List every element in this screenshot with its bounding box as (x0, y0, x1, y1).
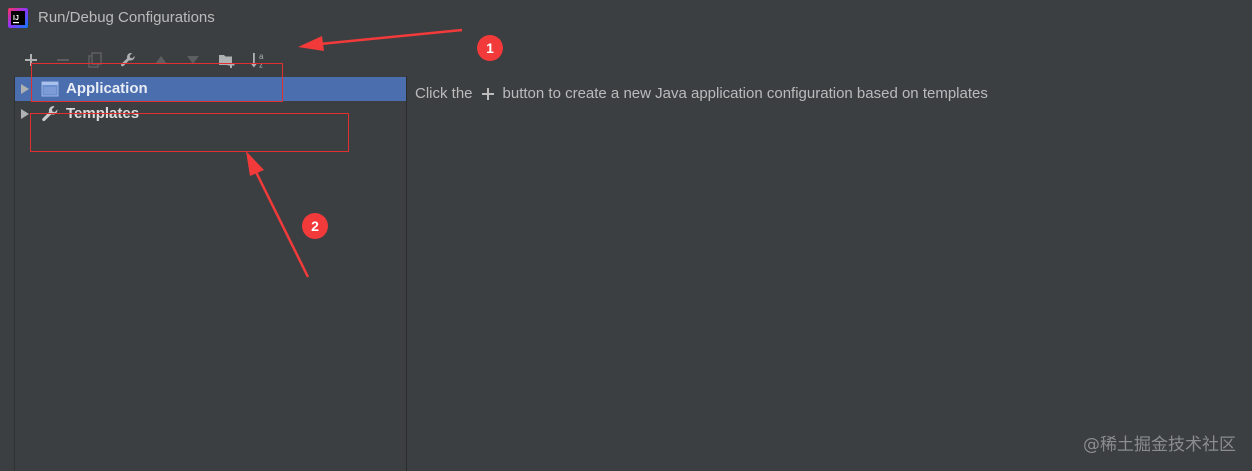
application-window-icon (41, 80, 59, 98)
minus-icon (57, 59, 69, 61)
plus-icon (481, 87, 495, 101)
intellij-idea-icon: IJ (8, 8, 28, 28)
wrench-icon (121, 53, 135, 67)
svg-text:IJ: IJ (13, 15, 19, 22)
title-bar: IJ Run/Debug Configurations (0, 0, 1252, 36)
sort-button[interactable]: a z (248, 49, 270, 71)
toolbar: a z (14, 46, 284, 74)
wrench-icon (41, 105, 59, 123)
move-down-button[interactable] (182, 49, 204, 71)
svg-text:z: z (259, 61, 263, 70)
empty-state-hint: Click the button to create a new Java ap… (415, 85, 988, 102)
window-title: Run/Debug Configurations (38, 9, 215, 26)
hint-prefix: Click the (415, 85, 473, 102)
copy-button[interactable] (84, 49, 106, 71)
add-button[interactable] (20, 49, 42, 71)
expand-arrow-icon[interactable] (19, 83, 31, 95)
folder-add-icon (219, 55, 235, 68)
tree-item-application[interactable]: Application (15, 77, 406, 101)
remove-button[interactable] (52, 49, 74, 71)
plus-icon (25, 54, 37, 66)
copy-icon (88, 52, 102, 68)
hint-suffix: button to create a new Java application … (502, 85, 988, 102)
annotation-badge-2: 2 (302, 213, 328, 239)
expand-arrow-icon[interactable] (19, 108, 31, 120)
new-folder-button[interactable] (216, 49, 238, 71)
move-up-button[interactable] (150, 49, 172, 71)
edit-templates-button[interactable] (117, 49, 139, 71)
configuration-details-panel: Click the button to create a new Java ap… (406, 76, 1252, 471)
arrow-down-icon (187, 56, 199, 64)
tree-item-templates[interactable]: Templates (15, 102, 406, 126)
annotation-arrowhead-1 (298, 36, 324, 51)
arrow-up-icon (155, 56, 167, 64)
tree-item-label: Application (66, 80, 148, 97)
configuration-tree: Application Templates (14, 76, 407, 471)
run-debug-configurations-dialog: IJ Run/Debug Configurations a z Applicat… (0, 0, 1252, 471)
sort-alpha-icon: a z (250, 52, 264, 70)
watermark: @稀土掘金技术社区 (1083, 435, 1236, 455)
annotation-badge-1: 1 (477, 35, 503, 61)
tree-item-label: Templates (66, 105, 140, 122)
